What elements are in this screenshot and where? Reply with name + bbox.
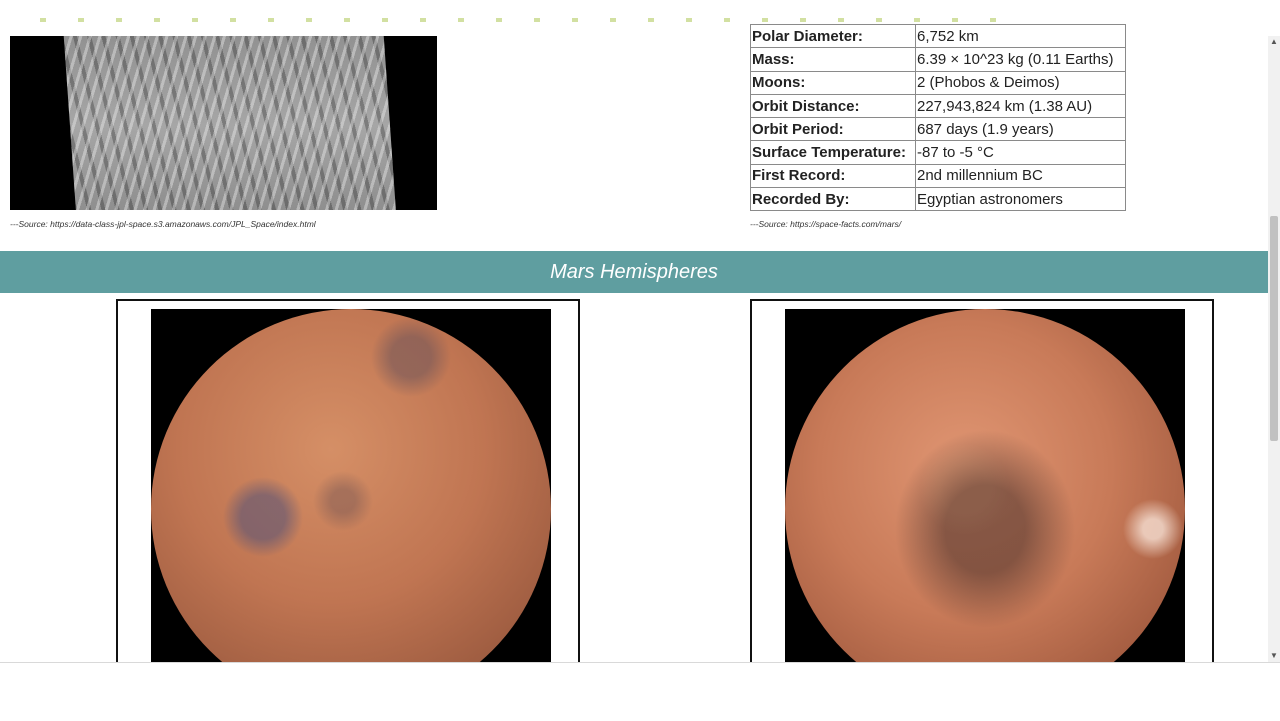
cut-off-decoration (40, 18, 1000, 22)
facts-row: Surface Temperature: -87 to -5 °C (750, 140, 1126, 165)
page-viewport: ---Source: https://data-class-jpl-space.… (0, 0, 1268, 662)
fact-label: Mass: (750, 47, 916, 72)
scroll-up-arrow[interactable]: ▲ (1268, 36, 1280, 48)
fact-value: 6.39 × 10^23 kg (0.11 Earths) (915, 47, 1126, 72)
mars-globe (785, 309, 1185, 662)
facts-source: ---Source: https://space-facts.com/mars/ (750, 219, 902, 229)
fact-label: Polar Diameter: (750, 23, 916, 49)
hemisphere-card (750, 299, 1214, 662)
facts-row: First Record: 2nd millennium BC (750, 163, 1126, 189)
mars-facts-table: Polar Diameter: 6,752 km Mass: 6.39 × 10^23… (750, 23, 1126, 212)
hemispheres-title: Mars Hemispheres (550, 260, 718, 283)
fact-value: 2nd millennium BC (915, 163, 1126, 189)
fact-label: Surface Temperature: (750, 140, 916, 165)
fact-value: -87 to -5 °C (915, 140, 1126, 165)
fact-label: Recorded By: (750, 187, 916, 212)
fact-value: 2 (Phobos & Deimos) (915, 70, 1126, 95)
featured-image-source: ---Source: https://data-class-jpl-space.… (10, 219, 316, 229)
facts-row: Orbit Period: 687 days (1.9 years) (750, 117, 1126, 142)
hemisphere-image[interactable] (785, 309, 1185, 662)
fact-label: Moons: (750, 70, 916, 95)
fact-value: Egyptian astronomers (915, 187, 1126, 212)
scroll-thumb[interactable] (1270, 216, 1278, 441)
vertical-scrollbar[interactable]: ▲ ▼ (1268, 36, 1280, 662)
fact-value: 227,943,824 km (1.38 AU) (915, 93, 1126, 119)
fact-value: 687 days (1.9 years) (915, 117, 1126, 142)
facts-row: Moons: 2 (Phobos & Deimos) (750, 70, 1126, 95)
dune-surface (63, 36, 397, 210)
facts-row: Orbit Distance: 227,943,824 km (1.38 AU) (750, 93, 1126, 119)
fact-label: First Record: (750, 163, 916, 189)
hemisphere-image[interactable] (151, 309, 551, 662)
facts-row: Mass: 6.39 × 10^23 kg (0.11 Earths) (750, 47, 1126, 72)
mars-globe (151, 309, 551, 662)
facts-row: Recorded By: Egyptian astronomers (750, 187, 1126, 212)
hemispheres-banner: Mars Hemispheres (0, 251, 1268, 293)
below-viewport-area (0, 662, 1280, 721)
fact-label: Orbit Period: (750, 117, 916, 142)
facts-row: Polar Diameter: 6,752 km (750, 23, 1126, 49)
scroll-down-arrow[interactable]: ▼ (1268, 650, 1280, 662)
featured-mars-image (10, 36, 437, 210)
hemisphere-card (116, 299, 580, 662)
fact-label: Orbit Distance: (750, 93, 916, 119)
fact-value: 6,752 km (915, 23, 1126, 49)
